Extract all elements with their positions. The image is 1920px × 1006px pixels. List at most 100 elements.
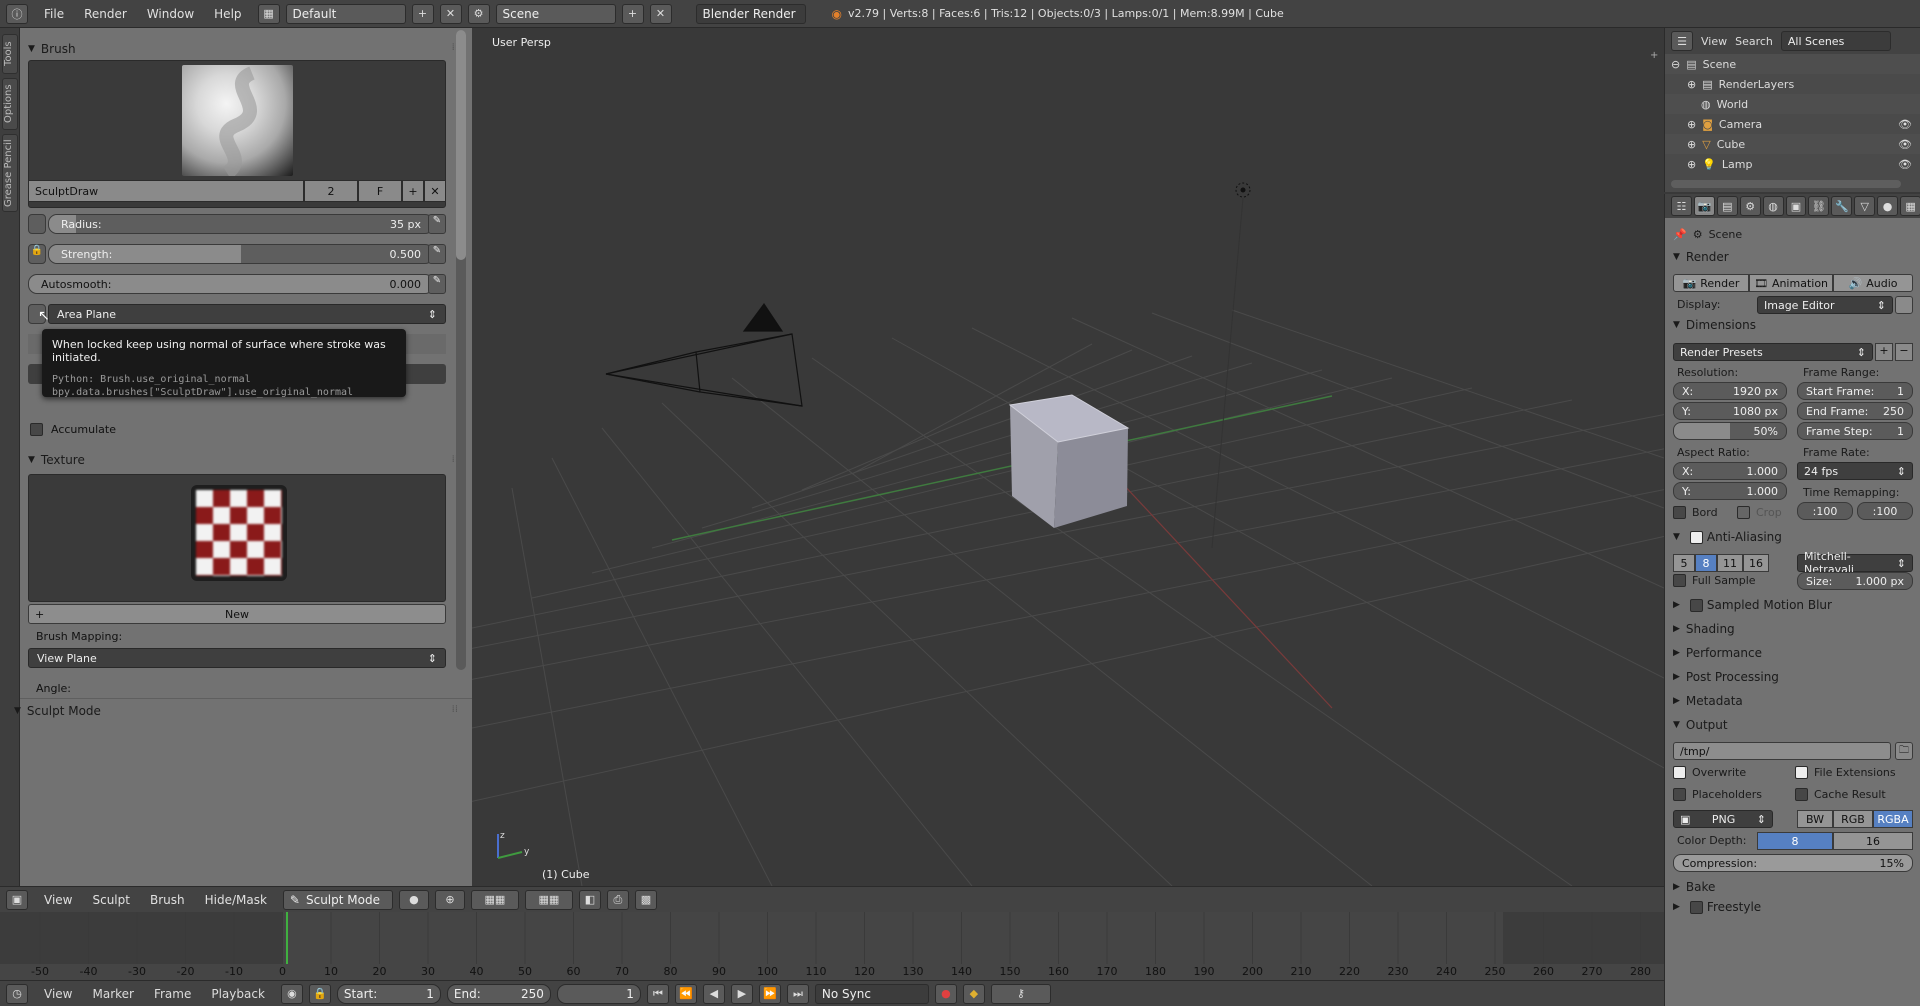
keying-set-field[interactable]: ⚷ [990,983,1051,1004]
end-frame-field[interactable]: End Frame: 250 [1797,402,1913,420]
unlink-brush-icon[interactable]: ✕ [424,180,446,202]
metadata-panel-header[interactable]: ▶ Metadata [1673,694,1743,708]
layout-grid-icon[interactable]: ▦ [257,3,280,24]
placeholders-check[interactable] [1673,788,1686,801]
output-path-field[interactable]: /tmp/ [1673,742,1891,760]
brush-users-count[interactable]: 2 [304,180,358,202]
start-frame-field[interactable]: Start: 1 [336,983,441,1004]
3d-viewport[interactable]: User Persp y z (1) Cube + [472,28,1664,886]
layout-field[interactable]: Default [285,3,406,24]
border-checkbox[interactable]: Bord [1673,506,1718,519]
outliner-item-scene[interactable]: ⊖ ▤ Scene [1665,54,1920,74]
new-texture-button[interactable]: + New [28,604,446,624]
expand-icon[interactable]: ⊕ [1687,78,1696,91]
frame-rate-select[interactable]: 24 fps ⇕ [1797,462,1913,480]
data-tab-icon[interactable]: ▽ [1854,196,1876,216]
outliner-editor-icon[interactable]: ☰ [1671,31,1693,51]
radius-lock-icon[interactable] [28,214,46,234]
render-button[interactable]: 📷 Render [1673,274,1749,292]
menu-playback[interactable]: Playback [211,987,265,1001]
menu-view[interactable]: View [44,893,72,907]
animation-button[interactable]: 🎞 Animation [1749,274,1833,292]
visibility-eye-icon[interactable]: 👁 [1898,118,1912,131]
menu-window[interactable]: Window [147,7,194,21]
anti-aliasing-panel-header[interactable]: ▼ Anti-Aliasing [1673,530,1782,544]
aa-samples-8[interactable]: 8 [1695,554,1717,572]
aa-samples-16[interactable]: 16 [1743,554,1769,572]
crop-check[interactable] [1737,506,1750,519]
drag-handle-icon[interactable]: ⁞⁞ [452,704,458,715]
pin-icon[interactable]: 📌 [1673,228,1687,241]
file-extensions-check[interactable] [1795,766,1808,779]
pivot-point-icon[interactable]: ⊕ [434,889,465,910]
freestyle-panel-header[interactable]: ▶ Freestyle [1673,900,1761,914]
visibility-eye-icon[interactable]: 👁 [1898,138,1912,151]
folder-browse-icon[interactable]: 🗀 [1895,742,1913,760]
render-panel-header[interactable]: ▼ Render [1673,250,1729,264]
outliner-item-world[interactable]: ◍ World [1665,94,1920,114]
lock-camera-icon[interactable]: ◧ [578,889,601,910]
radius-pressure-icon[interactable]: ✎ [428,214,446,234]
accumulate-checkbox[interactable]: Accumulate [30,423,116,436]
menu-render[interactable]: Render [84,7,127,21]
end-frame-field[interactable]: End: 250 [446,983,551,1004]
tab-tools[interactable]: Tools [2,34,18,74]
menu-search[interactable]: Search [1735,35,1773,48]
post-processing-panel-header[interactable]: ▶ Post Processing [1673,670,1779,684]
overwrite-check[interactable] [1673,766,1686,779]
expand-icon[interactable]: ⊕ [1687,158,1696,171]
remap-old-field[interactable]: :100 [1797,502,1853,520]
motion-blur-panel-header[interactable]: ▶ Sampled Motion Blur [1673,598,1832,612]
editor-type-icon[interactable]: ▣ [6,889,28,910]
strength-pressure-icon[interactable]: ✎ [428,244,446,264]
start-frame-field[interactable]: Start Frame: 1 [1797,382,1913,400]
file-extensions-checkbox[interactable]: File Extensions [1795,766,1896,779]
visibility-eye-icon[interactable]: 👁 [1898,158,1912,171]
freestyle-check[interactable] [1689,900,1703,914]
strength-lock-icon[interactable]: 🔒 [28,244,46,264]
layers-icon[interactable]: ▦▦ [524,889,573,910]
current-frame-cursor[interactable] [286,912,288,964]
color-bw-button[interactable]: BW [1797,810,1833,828]
aspect-y-field[interactable]: Y: 1.000 [1673,482,1787,500]
lock-interface-icon[interactable] [1895,296,1913,314]
resolution-y-field[interactable]: Y: 1080 px [1673,402,1787,420]
placeholders-checkbox[interactable]: Placeholders [1673,788,1762,801]
menu-help[interactable]: Help [214,7,241,21]
prev-keyframe-icon[interactable]: ⏪ [674,983,697,1004]
aa-samples-11[interactable]: 11 [1717,554,1743,572]
remove-layout-icon[interactable]: ✕ [439,3,462,24]
remove-scene-icon[interactable]: ✕ [649,3,672,24]
play-icon[interactable]: ▶ [730,983,753,1004]
output-panel-header[interactable]: ▼ Output [1673,718,1728,732]
play-reverse-icon[interactable]: ◀ [702,983,725,1004]
material-tab-icon[interactable]: ● [1877,196,1899,216]
next-keyframe-icon[interactable]: ⏩ [758,983,781,1004]
fake-user-toggle[interactable]: F [358,180,402,202]
add-layout-icon[interactable]: + [411,3,434,24]
brush-panel-header[interactable]: ▼ Brush [28,38,76,60]
outliner-item-cube[interactable]: ⊕ ▽ Cube 👁 [1665,134,1920,154]
color-depth-16[interactable]: 16 [1833,832,1913,850]
remove-preset-icon[interactable]: − [1895,343,1913,361]
jump-end-icon[interactable]: ⏭ [786,983,809,1004]
file-format-select[interactable]: ▣ PNG ⇕ [1673,810,1773,828]
keying-set-icon[interactable]: ◆ [962,983,985,1004]
outliner-item-renderlayers[interactable]: ⊕ ▤ RenderLayers [1665,74,1920,94]
expand-icon[interactable]: ⊕ [1687,138,1696,151]
tool-shelf-scrollbar[interactable] [456,30,466,670]
motion-blur-check[interactable] [1689,598,1703,612]
outliner-item-camera[interactable]: ⊕ ◙ Camera 👁 [1665,114,1920,134]
radius-slider[interactable]: Radius: 35 px [48,214,434,234]
scene-tab-icon[interactable]: ⚙ [1739,196,1761,216]
render-tab-icon[interactable]: 📷 [1693,196,1715,216]
menu-sculpt[interactable]: Sculpt [92,893,129,907]
border-check[interactable] [1673,506,1686,519]
color-rgba-button[interactable]: RGBA [1873,810,1913,828]
cache-result-check[interactable] [1795,788,1808,801]
mode-select[interactable]: ✎ Sculpt Mode [282,889,393,910]
tab-grease-pencil[interactable]: Grease Pencil [2,134,18,212]
full-sample-checkbox[interactable]: Full Sample [1673,574,1756,587]
menu-marker[interactable]: Marker [92,987,133,1001]
menu-brush[interactable]: Brush [150,893,185,907]
